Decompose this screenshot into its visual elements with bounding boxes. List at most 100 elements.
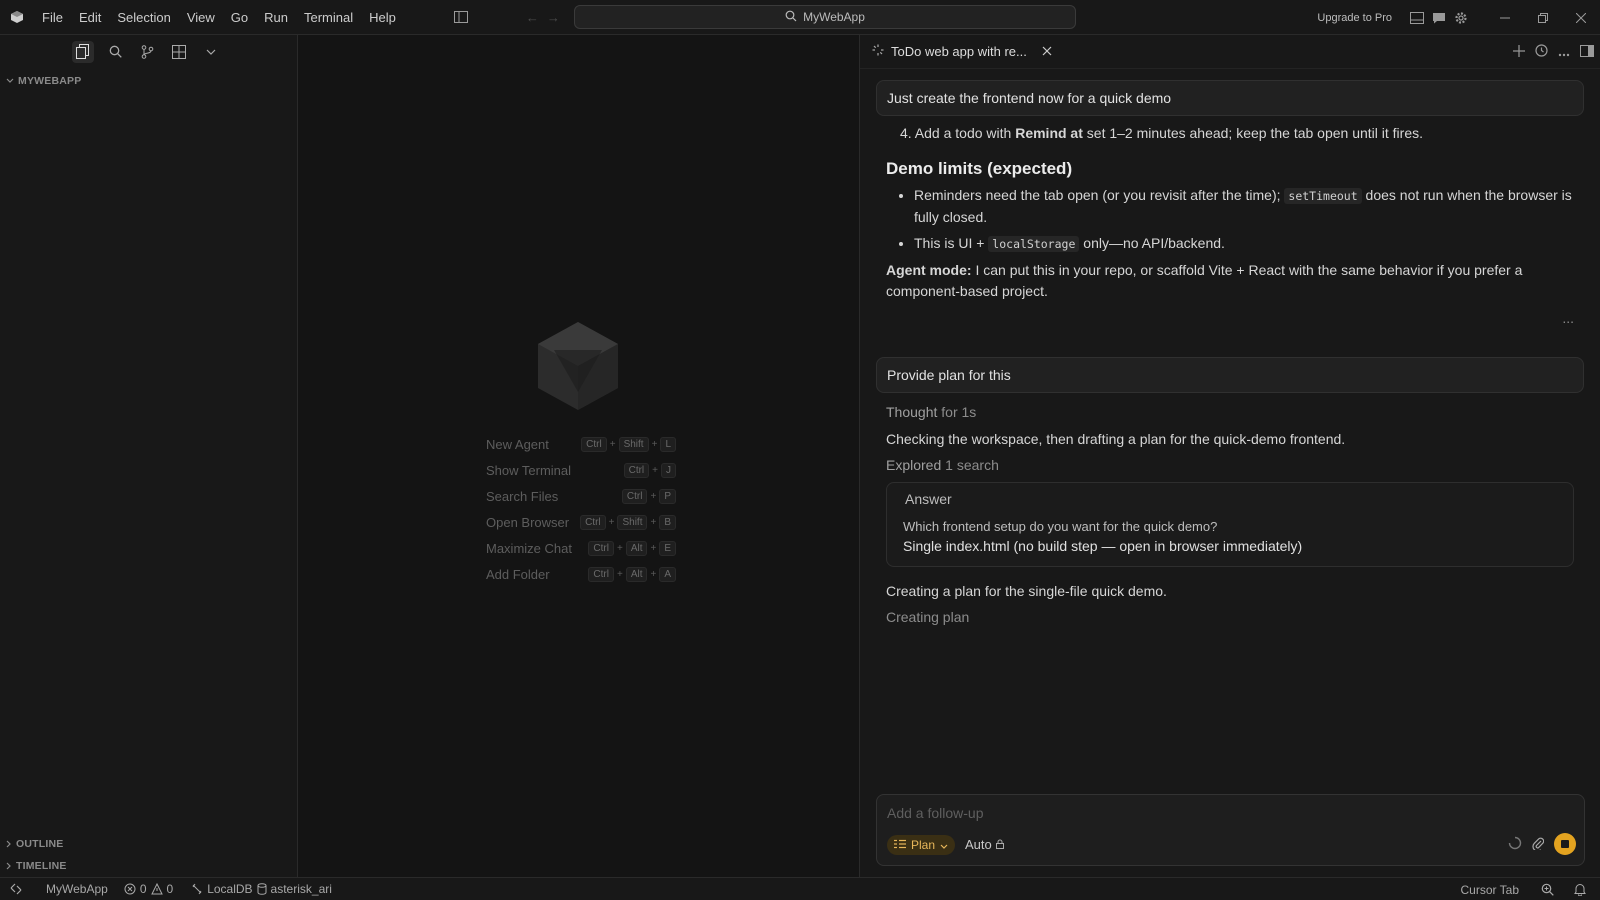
cursor-tab-toggle[interactable]: Cursor Tab [1455,883,1525,897]
menu-help[interactable]: Help [361,0,404,35]
shortcut-search-files[interactable]: Search Files Ctrl + P [486,483,676,509]
stop-icon [1561,840,1569,848]
app-logo-icon [0,0,34,35]
chat-icon[interactable] [1428,7,1450,29]
upgrade-button[interactable]: Upgrade to Pro [1317,12,1392,24]
assistant-response: Creating a plan for the single-file quic… [860,581,1600,628]
restore-icon[interactable] [1524,0,1562,35]
chevron-right-icon [6,840,11,848]
search-icon[interactable] [104,41,126,63]
key: Ctrl [581,436,607,452]
search-icon [785,10,797,25]
demo-limits-list: Reminders need the tab open (or you revi… [886,185,1574,255]
project-name[interactable]: MyWebApp [40,882,114,896]
stop-generation-button[interactable] [1554,833,1576,855]
workspace-section-header[interactable]: MYWEBAPP [0,70,297,92]
key: P [659,488,676,504]
timeline-section-header[interactable]: TIMELINE [0,855,297,877]
close-icon[interactable] [1042,44,1052,59]
error-count: 0 [139,882,147,896]
outline-section-header[interactable]: OUTLINE [0,833,297,855]
menu-view[interactable]: View [179,0,223,35]
title-bar-right: Upgrade to Pro [1317,0,1600,35]
menu-edit[interactable]: Edit [71,0,109,35]
checking-text: Checking the workspace, then drafting a … [886,431,1346,447]
db-connection[interactable]: LocalDB asterisk_ari [185,882,338,896]
answer-card[interactable]: Answer Which frontend setup do you want … [886,482,1574,567]
step-four-bold: Remind at [1015,125,1083,141]
menu-run[interactable]: Run [256,0,296,35]
agent-chat-panel: ToDo web app with re... Just create the … [859,35,1600,877]
menu-file[interactable]: File [34,0,71,35]
demo-limits-heading: Demo limits (expected) [886,159,1073,178]
zoom-icon[interactable] [1535,883,1560,896]
attach-paperclip-icon[interactable] [1532,836,1545,853]
title-bar: File Edit Selection View Go Run Terminal… [0,0,1600,35]
message-more-button[interactable]: ... [886,308,1574,329]
problems-indicator[interactable]: 0 0 [118,882,179,896]
shortcut-keys: Ctrl + Alt + E [588,540,676,556]
remote-icon [10,883,22,895]
menu-bar: File Edit Selection View Go Run Terminal… [34,0,404,35]
menu-terminal[interactable]: Terminal [296,0,361,35]
toggle-panel-icon[interactable] [1406,7,1428,29]
mode-selector[interactable]: Plan [887,835,956,855]
shortcut-show-terminal[interactable]: Show Terminal Ctrl + J [486,457,676,483]
user-message-text: Just create the frontend now for a quick… [887,90,1172,106]
model-selector[interactable]: Auto [965,837,1004,852]
database-icon [257,883,267,895]
toggle-chat-panel-icon[interactable] [1580,44,1594,60]
answer-choice: Single index.html (no build step — open … [903,538,1303,554]
follow-up-input[interactable] [887,805,1487,821]
warning-icon [150,883,163,895]
plan-list-icon [894,838,906,852]
minimize-icon[interactable] [1486,0,1524,35]
source-control-icon[interactable] [136,41,158,63]
shortcut-keys: Ctrl + J [623,462,676,478]
history-icon[interactable] [1535,44,1548,60]
shortcut-add-folder[interactable]: Add Folder Ctrl + Alt + A [486,561,676,587]
answer-question: Which frontend setup do you want for the… [903,519,1218,534]
close-window-icon[interactable] [1562,0,1600,35]
explorer-files-icon[interactable] [72,40,94,63]
thought-row[interactable]: Thought for 1s [886,402,1574,423]
user-message[interactable]: Provide plan for this [876,357,1584,393]
forward-arrow-icon[interactable]: → [547,10,560,25]
user-message[interactable]: Just create the frontend now for a quick… [876,80,1584,116]
key: Ctrl [588,540,614,556]
chat-tab-todo[interactable]: ToDo web app with re... [860,35,1064,69]
assistant-response: 4. Add a todo with Remind at set 1–2 min… [860,123,1600,329]
chevron-right-icon [6,862,11,870]
toggle-sidebar-icon[interactable] [450,6,472,28]
step-four-prefix: 4. Add a todo with [900,125,1016,141]
shortcut-new-agent[interactable]: New Agent Ctrl + Shift + L [486,431,676,457]
menu-selection[interactable]: Selection [109,0,178,35]
remote-indicator[interactable] [0,883,32,895]
chevron-down-icon[interactable] [200,41,222,63]
new-chat-plus-icon[interactable] [1513,44,1525,60]
shortcut-maximize-chat[interactable]: Maximize Chat Ctrl + Alt + E [486,535,676,561]
answer-title: Answer [905,491,952,507]
step-four-suffix: set 1–2 minutes ahead; keep the tab open… [1082,125,1423,141]
command-center-text: MyWebApp [803,10,865,24]
shortcut-list: New Agent Ctrl + Shift + L Show Terminal C… [486,431,676,587]
explored-row[interactable]: Explored 1 search [886,455,1574,476]
bell-icon[interactable] [1568,883,1592,896]
key: Ctrl [623,462,650,478]
gear-icon[interactable] [1450,7,1472,29]
thought-label: Thought [886,404,938,420]
back-arrow-icon[interactable]: ← [526,10,539,25]
shortcut-open-browser[interactable]: Open Browser Ctrl + Shift + B [486,509,676,535]
chat-tab-bar: ToDo web app with re... [860,35,1600,69]
extensions-icon[interactable] [168,41,190,63]
key: J [661,462,676,478]
loading-spinner-icon [872,44,884,59]
explored-detail: 1 search [945,457,999,473]
menu-go[interactable]: Go [223,0,256,35]
status-bar-right: Cursor Tab [1455,878,1600,900]
mode-label: Plan [911,838,936,852]
command-center-search[interactable]: MyWebApp [574,5,1076,29]
bullet-text: only—no API/backend. [1079,235,1225,251]
more-options-icon[interactable] [1558,45,1570,60]
key: Shift [618,436,649,452]
